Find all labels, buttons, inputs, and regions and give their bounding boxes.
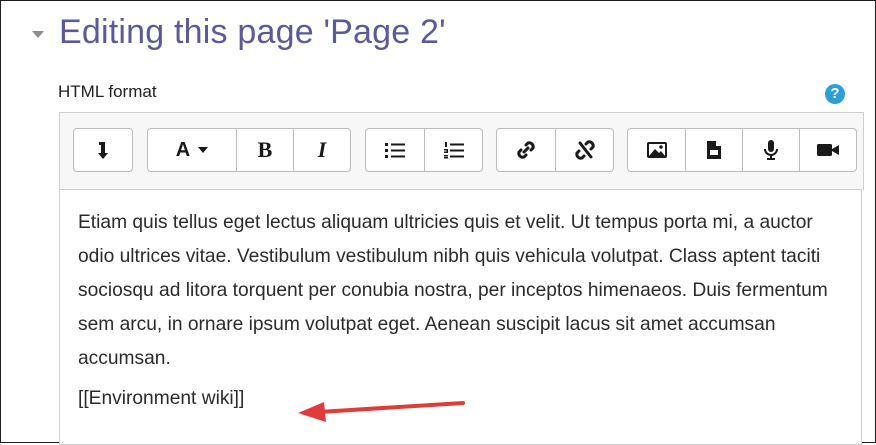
- editor-content-area[interactable]: Etiam quis tellus eget lectus aliquam ul…: [59, 189, 862, 445]
- font-style-button[interactable]: A: [148, 129, 236, 171]
- record-audio-button[interactable]: [742, 129, 799, 171]
- link-icon: [517, 141, 535, 159]
- image-button[interactable]: [628, 129, 685, 171]
- toolbar-toggle-button[interactable]: [74, 129, 132, 171]
- record-video-button[interactable]: [799, 129, 856, 171]
- bold-glyph: B: [257, 137, 273, 162]
- toolbar-group-text: A B I: [147, 128, 351, 172]
- unordered-list-button[interactable]: [366, 129, 424, 171]
- ordered-list-icon: [443, 142, 464, 159]
- video-camera-icon: [817, 144, 839, 156]
- help-icon[interactable]: ?: [825, 84, 845, 104]
- toolbar-group-toggle: [73, 128, 133, 172]
- editor-toolbar: A B I: [59, 112, 864, 190]
- editor-paragraph: Etiam quis tellus eget lectus aliquam ul…: [78, 212, 828, 369]
- unlink-icon: [574, 140, 595, 160]
- caret-down-icon: [198, 147, 209, 153]
- microphone-icon: [764, 140, 778, 160]
- media-button[interactable]: [685, 129, 742, 171]
- font-style-glyph: A: [175, 138, 191, 161]
- toolbar-group-lists: [365, 128, 483, 172]
- unlink-button[interactable]: [555, 129, 613, 171]
- unordered-list-icon: [385, 143, 405, 158]
- arrow-down-icon: [98, 142, 108, 159]
- page-frame: Editing this page 'Page 2' HTML format ?…: [0, 0, 876, 445]
- italic-button[interactable]: I: [293, 129, 350, 171]
- ordered-list-button[interactable]: [424, 129, 482, 171]
- bold-button[interactable]: B: [236, 129, 293, 171]
- page-title: Editing this page 'Page 2': [59, 13, 446, 51]
- format-label: HTML format: [58, 82, 157, 101]
- file-icon: [707, 141, 721, 159]
- image-icon: [646, 142, 667, 158]
- toolbar-group-links: [496, 128, 614, 172]
- collapse-caret-icon[interactable]: [32, 31, 44, 38]
- link-button[interactable]: [497, 129, 555, 171]
- toolbar-group-media: [627, 128, 857, 172]
- wiki-link-text: [[Environment wiki]]: [78, 388, 245, 409]
- italic-glyph: I: [317, 137, 327, 162]
